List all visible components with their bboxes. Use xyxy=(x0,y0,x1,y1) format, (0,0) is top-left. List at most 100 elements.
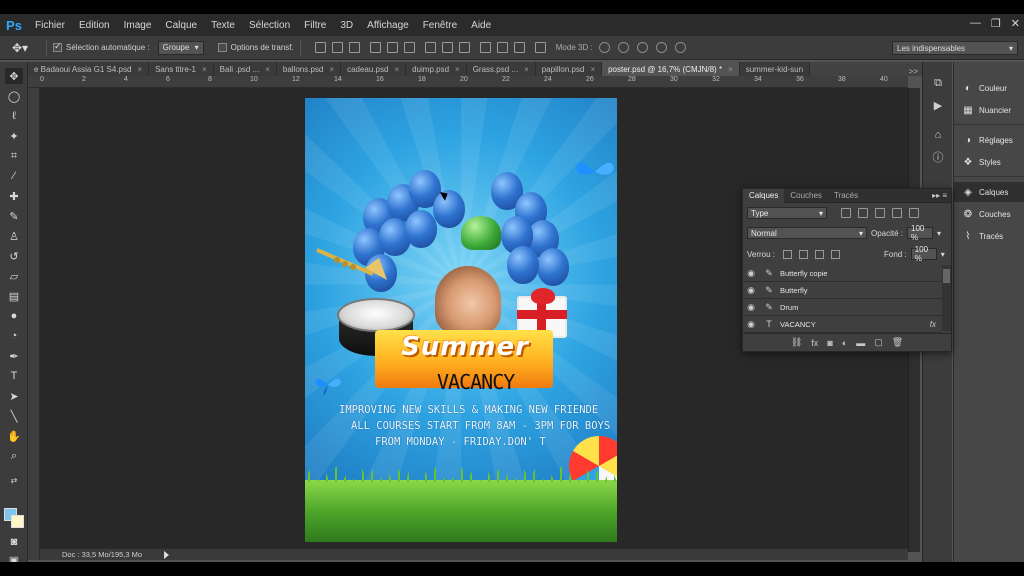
clone-stamp-tool-icon[interactable]: ♙ xyxy=(5,228,23,244)
distribute-right-icon[interactable] xyxy=(513,42,525,53)
eraser-tool-icon[interactable]: ▱ xyxy=(5,268,23,284)
visibility-eye-icon[interactable]: ◉ xyxy=(744,319,758,330)
tab-bali[interactable]: Bali .psd ... × xyxy=(213,62,277,76)
new-layer-icon[interactable]: ▢ xyxy=(874,337,883,348)
dock-swatches[interactable]: ▦ Nuancier xyxy=(954,100,1024,120)
menu-affichage[interactable]: Affichage xyxy=(360,20,416,31)
lasso-tool-icon[interactable]: ℓ xyxy=(5,108,23,124)
layer-row[interactable]: ◉ ✎ Butterfly copie xyxy=(744,265,942,282)
type-tool-icon[interactable]: T xyxy=(5,368,23,384)
opacity-input[interactable]: 100 % xyxy=(907,224,934,242)
close-icon[interactable]: × xyxy=(202,65,207,74)
align-bottom-icon[interactable] xyxy=(348,42,360,53)
dock-channels[interactable]: ❂ Couches xyxy=(954,204,1024,224)
poster-subtitle[interactable]: VACANCY xyxy=(437,370,515,394)
actions-play-icon[interactable]: ▶ xyxy=(931,98,945,112)
panel-menu-icon[interactable]: ▸▸ ≡ xyxy=(932,191,951,200)
pen-tool-icon[interactable]: ✒ xyxy=(5,348,23,364)
align-top-icon[interactable] xyxy=(314,42,326,53)
lock-transparency-icon[interactable] xyxy=(783,249,793,259)
tab-papillon[interactable]: papillon.psd × xyxy=(535,62,603,76)
dodge-tool-icon[interactable]: ◔ xyxy=(5,328,23,344)
layer-row[interactable]: ◉ ✎ Drum xyxy=(744,299,942,316)
tab-ballons[interactable]: ballons.psd × xyxy=(276,62,342,76)
auto-select-checkbox[interactable]: Sélection automatique : xyxy=(53,41,150,52)
line-tool-icon[interactable]: ╲ xyxy=(5,408,23,424)
distribute-left-icon[interactable] xyxy=(479,42,491,53)
slide-3d-icon[interactable] xyxy=(655,42,667,53)
close-icon[interactable]: × xyxy=(329,65,334,74)
poster-text-line-2[interactable]: ALL COURSES START FROM 8AM - 3PM FOR BOY… xyxy=(351,420,610,432)
lock-pixels-icon[interactable] xyxy=(799,249,809,259)
restore-button[interactable]: ❐ xyxy=(991,17,1001,30)
blur-tool-icon[interactable]: ● xyxy=(5,308,23,324)
workspace-dropdown[interactable]: Les indispensables ▾ xyxy=(892,41,1018,55)
add-style-icon[interactable]: fx xyxy=(811,338,818,348)
rotate-3d-icon[interactable] xyxy=(598,42,610,53)
auto-align-icon[interactable] xyxy=(534,42,546,53)
history-brush-tool-icon[interactable]: ↺ xyxy=(5,248,23,264)
info-icon[interactable]: ⓘ xyxy=(931,150,945,164)
menu-calque[interactable]: Calque xyxy=(158,20,204,31)
path-selection-tool-icon[interactable]: ➤ xyxy=(5,388,23,404)
close-button[interactable]: ✕ xyxy=(1011,17,1020,30)
dock-adjustments[interactable]: ◑ Réglages xyxy=(954,130,1024,150)
scale-3d-icon[interactable] xyxy=(674,42,686,53)
poster-title[interactable]: Summer xyxy=(365,332,565,362)
tab-summer-kid-sun[interactable]: summer-kid-sun xyxy=(739,62,811,76)
distribute-bottom-icon[interactable] xyxy=(458,42,470,53)
background-color-swatch[interactable] xyxy=(11,515,24,528)
menu-filtre[interactable]: Filtre xyxy=(297,20,333,31)
history-icon[interactable]: ⧉ xyxy=(931,76,945,90)
marquee-tool-icon[interactable]: ◯ xyxy=(5,88,23,104)
layer-row[interactable]: ◉ ✎ Butterfly xyxy=(744,282,942,299)
pan-3d-icon[interactable] xyxy=(636,42,648,53)
visibility-eye-icon[interactable]: ◉ xyxy=(744,268,758,279)
dock-layers[interactable]: ◈ Calques xyxy=(954,182,1024,202)
trash-icon[interactable]: 🗑 xyxy=(892,337,903,348)
poster-document[interactable]: Summer VACANCY IMPROVING NEW SKILLS & MA… xyxy=(305,98,617,542)
tab-poster[interactable]: poster.psd @ 16,7% (CMJN/8) * × xyxy=(602,62,740,76)
zoom-tool-icon[interactable]: ⌕ xyxy=(5,448,23,464)
brush-tool-icon[interactable]: ✎ xyxy=(5,208,23,224)
eyedropper-tool-icon[interactable]: ⁄ xyxy=(5,168,23,184)
chevron-down-icon[interactable]: ▾ xyxy=(937,229,941,238)
align-right-icon[interactable] xyxy=(403,42,415,53)
dock-styles[interactable]: ❖ Styles xyxy=(954,152,1024,172)
align-left-icon[interactable] xyxy=(369,42,381,53)
layer-row[interactable]: ◉ T VACANCY fx xyxy=(744,316,942,333)
tab-couches[interactable]: Couches xyxy=(784,189,828,203)
move-tool-preset-icon[interactable]: ✥▾ xyxy=(0,41,40,55)
menu-aide[interactable]: Aide xyxy=(464,20,498,31)
new-adjustment-icon[interactable]: ◐ xyxy=(842,338,847,348)
transform-controls-checkbox[interactable]: Options de transf. xyxy=(217,43,294,52)
quick-mask-icon[interactable]: ◙ xyxy=(5,534,23,550)
menu-texte[interactable]: Texte xyxy=(204,20,242,31)
gradient-tool-icon[interactable]: ▤ xyxy=(5,288,23,304)
close-icon[interactable]: × xyxy=(728,65,733,74)
filter-pixel-icon[interactable] xyxy=(841,208,851,218)
close-icon[interactable]: × xyxy=(394,65,399,74)
add-mask-icon[interactable]: ◙ xyxy=(827,338,832,348)
tab-cadeau[interactable]: cadeau.psd × xyxy=(341,62,407,76)
status-menu-arrow-icon[interactable] xyxy=(164,551,169,559)
roll-3d-icon[interactable] xyxy=(617,42,629,53)
lock-position-icon[interactable] xyxy=(815,249,825,259)
layer-filter-dropdown[interactable]: Type ▾ xyxy=(747,207,827,219)
menu-3d[interactable]: 3D xyxy=(333,20,360,31)
dock-color[interactable]: ◐ Couleur xyxy=(954,78,1024,98)
chevron-down-icon[interactable]: ▾ xyxy=(941,250,945,259)
close-icon[interactable]: × xyxy=(524,65,529,74)
swap-colors-icon[interactable]: ⇄ xyxy=(5,472,23,488)
tab-badaoui[interactable]: e Badaoui Assia G1 S4.psd × xyxy=(28,62,150,76)
filter-adjustment-icon[interactable] xyxy=(858,208,868,218)
link-layers-icon[interactable]: ⛓ xyxy=(791,337,802,348)
dock-paths[interactable]: ⌇ Tracés xyxy=(954,226,1024,246)
layer-effects-icon[interactable]: fx xyxy=(930,320,936,329)
filter-shape-icon[interactable] xyxy=(892,208,902,218)
align-hcenter-icon[interactable] xyxy=(386,42,398,53)
close-icon[interactable]: × xyxy=(265,65,270,74)
minimize-button[interactable]: — xyxy=(970,17,981,30)
close-icon[interactable]: × xyxy=(455,65,460,74)
menu-fichier[interactable]: Fichier xyxy=(28,20,72,31)
